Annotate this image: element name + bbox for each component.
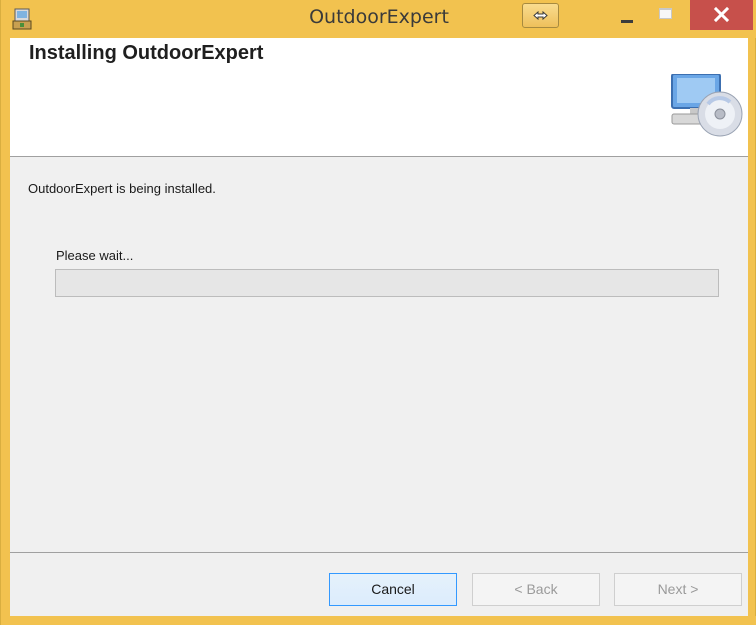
minimize-button[interactable] — [609, 0, 643, 30]
page-title: Installing OutdoorExpert — [29, 42, 264, 64]
maximize-button[interactable] — [649, 0, 683, 30]
close-button[interactable] — [690, 0, 753, 30]
cancel-button[interactable]: Cancel — [329, 573, 457, 606]
window-frame-bottom — [1, 616, 756, 625]
wait-label: Please wait... — [56, 248, 134, 263]
back-button[interactable]: < Back — [472, 573, 600, 606]
close-icon — [713, 6, 730, 23]
next-button[interactable]: Next > — [614, 573, 742, 606]
install-progress-bar — [55, 269, 719, 297]
content-area — [10, 157, 748, 552]
computer-disc-icon — [671, 74, 743, 137]
title-bar[interactable]: OutdoorExpert — [1, 0, 756, 38]
resize-button[interactable] — [522, 3, 559, 28]
resize-arrows-icon — [533, 10, 548, 21]
installer-window: OutdoorExpert Installing OutdoorExpert O… — [0, 0, 756, 625]
status-text: OutdoorExpert is being installed. — [28, 181, 216, 196]
